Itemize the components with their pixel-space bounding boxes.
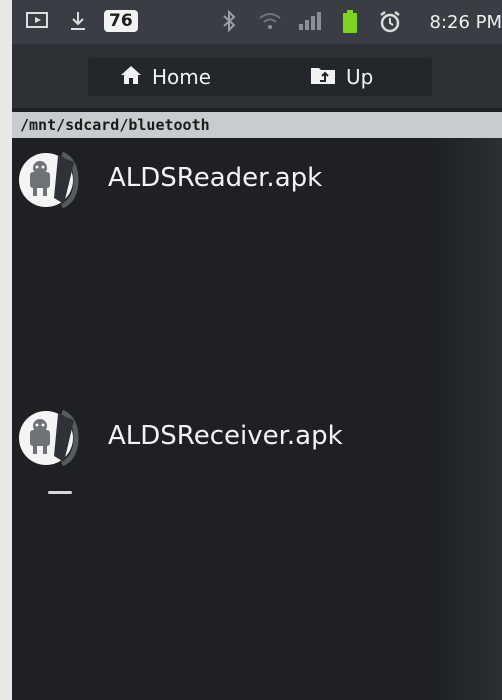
status-bar: 76 8:26 PM xyxy=(12,0,502,44)
scroll-indicator xyxy=(48,491,72,494)
home-icon xyxy=(120,65,152,90)
toolbar: Home Up xyxy=(12,44,502,108)
apk-installer-icon xyxy=(18,146,98,210)
status-time: 8:26 PM xyxy=(429,12,502,33)
screen-icon xyxy=(26,10,48,34)
alarm-icon xyxy=(378,10,402,38)
folder-up-icon xyxy=(310,65,346,90)
apk-installer-icon xyxy=(18,404,98,468)
wifi-icon xyxy=(258,10,282,36)
file-name: ALDSReader.apk xyxy=(108,163,323,193)
toolbar-button-group: Home Up xyxy=(88,58,432,96)
download-icon xyxy=(68,10,88,36)
current-path: /mnt/sdcard/bluetooth xyxy=(12,112,502,138)
up-button-label: Up xyxy=(346,65,374,89)
home-button[interactable]: Home xyxy=(120,58,211,96)
bluetooth-icon xyxy=(222,9,236,36)
file-item[interactable]: ALDSReader.apk xyxy=(12,138,502,218)
battery-percent-badge: 76 xyxy=(104,10,138,32)
battery-icon xyxy=(342,10,358,38)
file-name: ALDSReceiver.apk xyxy=(108,421,343,451)
signal-icon xyxy=(298,10,324,36)
file-item[interactable]: ALDSReceiver.apk xyxy=(12,396,502,476)
phone-screen: 76 8:26 PM Home Up /mnt/sdcard/bluetooth… xyxy=(12,0,502,700)
up-button[interactable]: Up xyxy=(310,58,373,96)
home-button-label: Home xyxy=(152,65,212,89)
